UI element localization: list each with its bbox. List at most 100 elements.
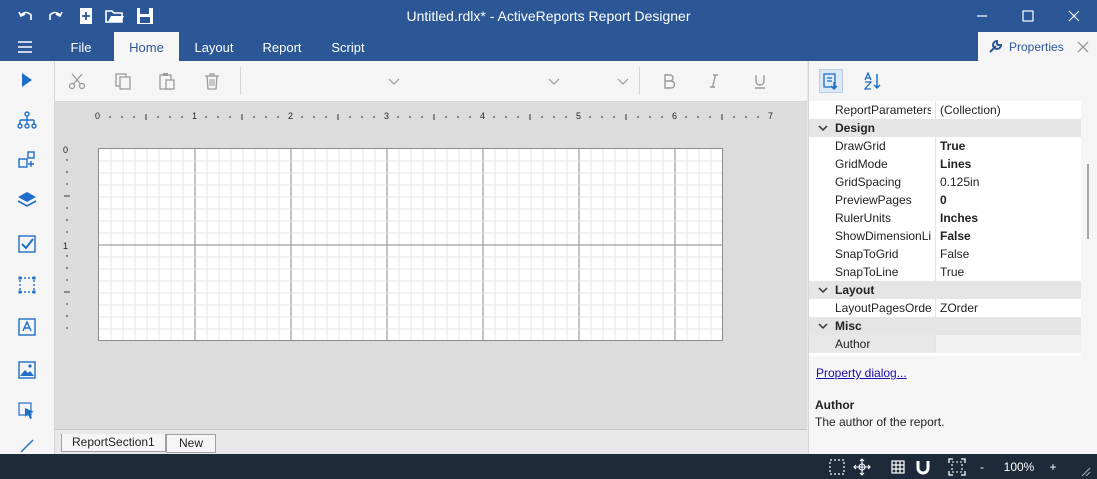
tab-report-section-1[interactable]: ReportSection1 (61, 434, 166, 452)
property-value[interactable]: (Collection) (935, 101, 1081, 119)
property-dialog-link[interactable]: Property dialog... (816, 366, 907, 380)
property-row[interactable]: RulerUnits Inches (809, 209, 1081, 227)
container-tool[interactable] (14, 272, 40, 298)
delete-button[interactable] (200, 69, 224, 93)
font-size-dropdown[interactable] (548, 75, 560, 87)
magnet-icon (916, 460, 930, 474)
group-editor-button[interactable] (14, 147, 40, 173)
tab-home[interactable]: Home (114, 32, 179, 61)
marquee-icon (829, 458, 845, 475)
property-value[interactable] (935, 335, 1081, 353)
property-row[interactable]: ReportParameters (Collection) (809, 101, 1081, 119)
paste-button[interactable] (155, 69, 179, 93)
resize-grip-icon (1081, 467, 1091, 476)
report-explorer-button[interactable] (14, 107, 40, 133)
tab-file[interactable]: File (58, 32, 104, 61)
property-value[interactable]: True (935, 137, 1081, 155)
preview-button[interactable] (14, 67, 40, 93)
bold-button[interactable] (657, 69, 681, 93)
property-row[interactable]: Author (809, 335, 1081, 353)
properties-panel-tab[interactable]: Properties (978, 32, 1097, 61)
group-icon (18, 151, 35, 168)
categorized-view-button[interactable] (819, 69, 843, 93)
property-row[interactable]: GridSpacing 0.125in (809, 173, 1081, 191)
property-row[interactable]: SnapToGrid False (809, 245, 1081, 263)
property-category[interactable]: Misc (809, 317, 1081, 335)
font-style-dropdown[interactable] (617, 75, 629, 87)
sort-az-icon (863, 72, 881, 90)
hamburger-menu-button[interactable] (8, 32, 42, 61)
textbox-tool[interactable] (14, 314, 40, 340)
property-value-text (936, 337, 940, 351)
chevron-down-icon[interactable] (817, 317, 829, 335)
property-category[interactable]: Design (809, 119, 1081, 137)
zoom-level[interactable]: 100% (998, 458, 1040, 475)
property-row[interactable]: SnapToLine True (809, 263, 1081, 281)
fit-page-button[interactable] (946, 457, 968, 476)
property-name: RulerUnits (835, 211, 892, 225)
alphabetical-sort-button[interactable] (861, 69, 885, 93)
select-mode-button[interactable] (827, 458, 847, 475)
property-row[interactable]: GridMode Lines (809, 155, 1081, 173)
property-value[interactable]: False (935, 245, 1081, 263)
bold-icon (664, 74, 676, 89)
checkbox-tool[interactable] (14, 231, 40, 257)
layers-button[interactable] (14, 187, 40, 213)
italic-button[interactable] (702, 69, 726, 93)
tab-script[interactable]: Script (322, 32, 374, 61)
underline-button[interactable] (748, 69, 772, 93)
property-value[interactable]: True (935, 263, 1081, 281)
snap-to-grid-button[interactable] (913, 458, 933, 475)
close-panel-icon[interactable] (1077, 41, 1089, 53)
pan-mode-button[interactable] (852, 457, 872, 476)
font-family-dropdown[interactable] (388, 75, 400, 87)
zoom-in-button[interactable]: + (1047, 458, 1059, 475)
property-category[interactable]: Layout (809, 281, 1081, 299)
chevron-down-icon[interactable] (817, 281, 829, 299)
property-grid-scrollbar[interactable] (1085, 109, 1091, 354)
line-icon (20, 439, 34, 453)
ruler-label: 5 (576, 111, 582, 121)
ruler-label: 6 (672, 111, 678, 121)
textbox-icon (18, 318, 36, 336)
resize-grip[interactable] (1077, 462, 1093, 479)
property-value-text: ZOrder (940, 301, 979, 315)
property-value-text: 0 (940, 193, 947, 207)
toggle-grid-button[interactable] (888, 458, 908, 475)
property-row[interactable]: PreviewPages 0 (809, 191, 1081, 209)
line-tool[interactable] (14, 435, 40, 453)
tab-new-section[interactable]: New (166, 434, 216, 453)
tab-report[interactable]: Report (256, 32, 308, 61)
property-value[interactable]: ZOrder (935, 299, 1081, 317)
scrollbar-thumb[interactable] (1087, 164, 1089, 239)
property-row[interactable]: DrawGrid True (809, 137, 1081, 155)
property-value[interactable]: 0 (935, 191, 1081, 209)
property-name: ShowDimensionLines (835, 229, 931, 243)
tab-layout[interactable]: Layout (186, 32, 242, 61)
ruler-label: 2 (288, 111, 294, 121)
underline-icon (755, 75, 765, 89)
zoom-out-button[interactable]: - (976, 458, 988, 475)
close-icon (1068, 10, 1080, 22)
checkbox-icon (18, 235, 36, 253)
property-name: SnapToLine (835, 265, 899, 279)
close-button[interactable] (1051, 0, 1097, 32)
select-tool[interactable] (14, 398, 40, 424)
property-grid: ReportParameters (Collection) Design DrawGr… (809, 101, 1081, 356)
property-value[interactable]: False (935, 227, 1081, 245)
property-value[interactable]: Inches (935, 209, 1081, 227)
copy-button[interactable] (111, 69, 135, 93)
property-value[interactable]: 0.125in (935, 173, 1081, 191)
image-tool[interactable] (14, 357, 40, 383)
property-row[interactable]: ShowDimensionLines False (809, 227, 1081, 245)
hamburger-icon (18, 41, 32, 53)
property-name: PreviewPages (835, 193, 912, 207)
property-row[interactable]: LayoutPagesOrder ZOrder (809, 299, 1081, 317)
property-value[interactable]: Lines (935, 155, 1081, 173)
chevron-down-icon[interactable] (817, 119, 829, 137)
minimize-button[interactable] (959, 0, 1005, 32)
maximize-button[interactable] (1005, 0, 1051, 32)
property-category-name: Misc (835, 319, 862, 333)
report-canvas[interactable] (98, 148, 723, 341)
cut-button[interactable] (65, 69, 89, 93)
